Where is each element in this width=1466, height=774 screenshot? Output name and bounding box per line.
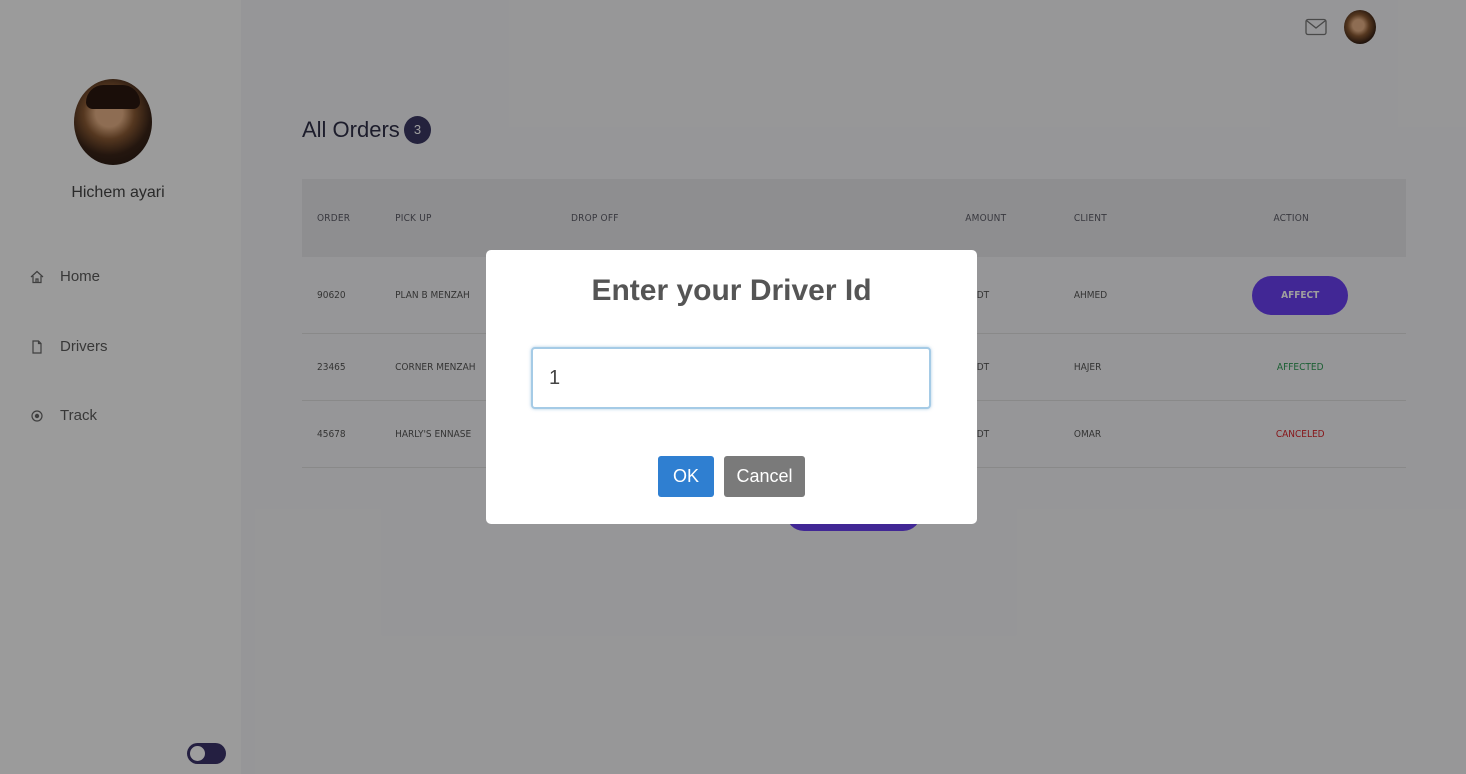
app: Hichem ayari Home Drivers Track All Orde… <box>0 0 1466 774</box>
driver-id-dialog: Enter your Driver Id OK Cancel <box>486 250 977 524</box>
driver-id-input[interactable] <box>531 347 931 409</box>
dialog-title: Enter your Driver Id <box>591 274 872 307</box>
cancel-button[interactable]: Cancel <box>724 456 805 497</box>
ok-button[interactable]: OK <box>658 456 714 497</box>
